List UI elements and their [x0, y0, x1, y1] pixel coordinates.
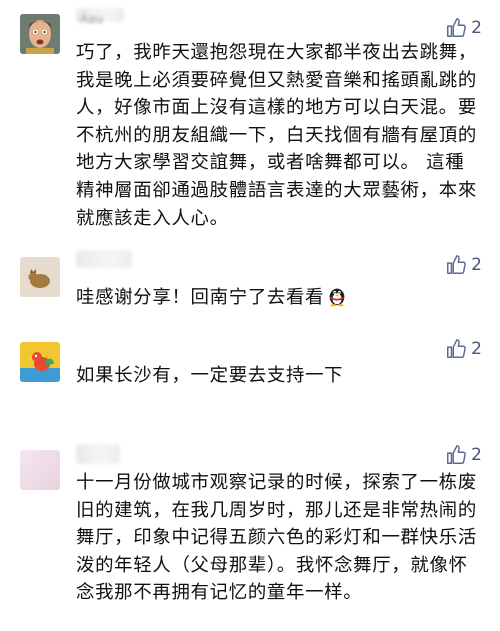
like-count: 2 [471, 445, 482, 465]
like-button[interactable]: 2 [445, 17, 482, 39]
username-blurred[interactable] [76, 444, 120, 464]
penguin-icon [326, 285, 348, 316]
like-count: 2 [471, 18, 482, 38]
like-count: 2 [471, 255, 482, 275]
like-button[interactable]: 2 [445, 444, 482, 466]
avatar[interactable] [20, 14, 60, 54]
bird-illustration-avatar-icon [20, 342, 60, 382]
thumbs-up-icon [447, 255, 467, 274]
comment-item: 2 十一月份做城市观察记录的时候，探索了一栋废旧的建筑，在我几周岁时，那儿还是非… [0, 432, 500, 631]
thumbs-up-icon [447, 445, 467, 464]
like-count: 2 [471, 339, 482, 359]
comment-item: 2 如果长沙有，一定要去支持一下 [0, 332, 500, 432]
like-button[interactable]: 2 [445, 254, 482, 276]
username-blurred[interactable] [76, 250, 132, 268]
comment-text: 哇感谢分享！回南宁了去看看 [76, 284, 481, 316]
comment-text: 如果长沙有，一定要去支持一下 [76, 365, 344, 386]
avatar[interactable] [20, 342, 60, 382]
avatar[interactable] [20, 450, 60, 490]
comment-item: 2 哇感谢分享！回南宁了去看看 [0, 232, 500, 332]
portrait-avatar-icon [20, 14, 60, 54]
cat-photo-avatar-icon [20, 257, 60, 297]
avatar[interactable] [20, 257, 60, 297]
comment-text: 巧了，我昨天還抱怨現在大家都半夜出去跳舞，我是晚上必須要碎覺但又熱愛音樂和搖頭亂… [76, 42, 477, 229]
comment-item: Aau 2 巧了，我昨天還抱怨現在大家都半夜出去跳舞，我是晚上必須要碎覺但又熱愛… [0, 0, 500, 232]
comment-text-body: 哇感谢分享！回南宁了去看看 [76, 287, 325, 308]
thumbs-up-icon [447, 18, 467, 37]
thumbs-up-icon [447, 339, 467, 358]
comment-text: 十一月份做城市观察记录的时候，探索了一栋废旧的建筑，在我几周岁时，那儿还是非常热… [76, 472, 477, 604]
like-button[interactable]: 2 [445, 338, 482, 360]
username-blurred[interactable]: Aau [76, 8, 124, 26]
